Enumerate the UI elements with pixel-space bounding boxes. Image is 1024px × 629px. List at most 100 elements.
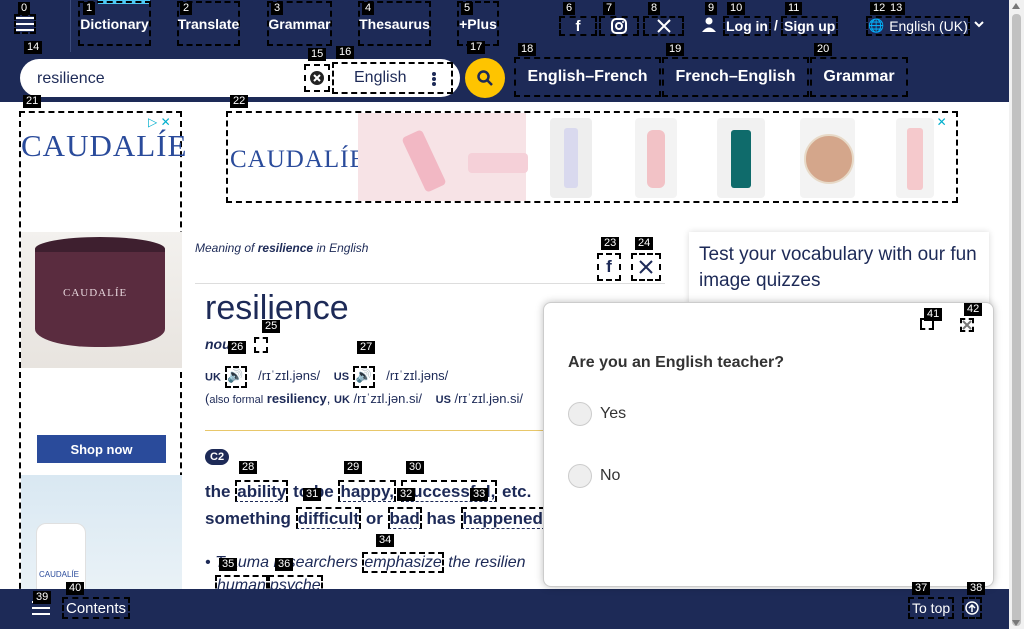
menu-icon xyxy=(16,17,34,31)
menu-button[interactable] xyxy=(14,14,36,34)
marker: 37 xyxy=(912,582,931,595)
marker: 31 xyxy=(303,488,322,501)
marker: 3 xyxy=(271,2,284,15)
word-list-button[interactable] xyxy=(254,337,268,353)
marker: 7 xyxy=(603,2,616,15)
left-ad-jar-label: CAUDALÍE xyxy=(63,287,128,299)
alt-us-label: US xyxy=(435,394,451,406)
left-advertisement[interactable]: ▷ ✕ CAUDALÍE CAUDALÍE Shop now CAUDALÍE xyxy=(19,111,186,629)
search-icon xyxy=(477,70,493,86)
more-vertical-icon xyxy=(432,72,436,86)
share-facebook-button[interactable]: f xyxy=(597,253,621,281)
option-no-label[interactable]: No xyxy=(600,467,620,485)
marker: 5 xyxy=(461,2,474,15)
tab-grammar[interactable]: Grammar xyxy=(810,57,908,97)
user-icon xyxy=(702,17,716,32)
shop-now-button[interactable]: Shop now xyxy=(37,435,166,463)
speaker-icon: 🔊 xyxy=(355,368,372,383)
radio-no[interactable] xyxy=(568,464,592,488)
to-top-button[interactable]: To top xyxy=(908,597,955,619)
product-green-tube xyxy=(717,118,765,198)
clear-search-button[interactable] xyxy=(304,64,330,92)
quiz-title[interactable]: Test your vocabulary with our fun image … xyxy=(699,242,979,294)
entry-divider xyxy=(195,283,665,284)
uk-audio-button[interactable]: 🔊 xyxy=(224,366,247,388)
left-ad-brand: CAUDALÍE xyxy=(21,128,188,163)
word-link-bad[interactable]: bad xyxy=(387,507,422,529)
nav-divider xyxy=(70,0,71,52)
word-link-happened[interactable]: happened xyxy=(460,507,545,529)
marker: 32 xyxy=(397,488,416,501)
login-link[interactable]: Log in xyxy=(723,16,771,36)
word-link-happy[interactable]: happy, xyxy=(338,480,396,502)
marker: 26 xyxy=(228,341,247,354)
marker: 39 xyxy=(33,591,52,604)
popup-close-button[interactable] xyxy=(960,318,974,332)
product-compact xyxy=(800,118,855,198)
radio-yes[interactable] xyxy=(568,402,592,426)
def-text: the xyxy=(205,482,231,501)
search-button[interactable] xyxy=(465,58,505,98)
speaker-icon: 🔊 xyxy=(227,368,244,383)
marker: 41 xyxy=(924,308,943,321)
word-link-emphasize[interactable]: emphasize xyxy=(362,552,444,573)
scroll-up-arrow-icon[interactable] xyxy=(1012,3,1020,9)
marker: 19 xyxy=(666,43,685,56)
instagram-icon xyxy=(611,18,627,34)
instagram-link[interactable] xyxy=(599,16,639,36)
dictionary-selector-label: English xyxy=(354,69,407,86)
marker: 40 xyxy=(66,582,85,595)
marker: 13 xyxy=(887,2,906,15)
marker: 6 xyxy=(563,2,576,15)
login-separator: / xyxy=(774,17,778,33)
marker: 33 xyxy=(470,488,489,501)
language-label: English (UK) xyxy=(889,18,968,34)
clear-icon xyxy=(310,71,324,85)
x-link[interactable] xyxy=(643,16,684,36)
scroll-down-arrow-icon[interactable] xyxy=(1012,620,1020,626)
word-link-ability[interactable]: ability xyxy=(235,480,289,502)
marker: 25 xyxy=(262,320,281,333)
us-audio-button[interactable]: 🔊 xyxy=(352,366,375,388)
share-x-button[interactable] xyxy=(631,253,661,281)
search-input[interactable] xyxy=(35,66,299,92)
page-scrollbar[interactable] xyxy=(1009,0,1024,629)
x-twitter-icon xyxy=(656,19,671,33)
product-cream-tube xyxy=(550,118,592,198)
product-pink-tube xyxy=(896,118,934,198)
marker: 10 xyxy=(727,2,746,15)
alt-uk-label: UK xyxy=(334,394,350,406)
us-label: US xyxy=(333,371,350,384)
example-bullet: • xyxy=(205,554,211,571)
tab-french-english[interactable]: French–English xyxy=(662,57,809,97)
dictionary-selector[interactable]: English xyxy=(332,62,453,94)
contents-button[interactable]: Contents xyxy=(62,597,131,619)
marker: 35 xyxy=(219,558,238,571)
language-selector[interactable]: 🌐 English (UK) xyxy=(866,16,970,36)
marker: 9 xyxy=(705,2,718,15)
word-link-difficult[interactable]: difficult xyxy=(295,507,362,529)
us-ipa: /rɪˈzɪl.jəns/ xyxy=(386,368,449,384)
marker: 21 xyxy=(23,95,42,108)
option-yes-label[interactable]: Yes xyxy=(600,405,626,423)
popup-question: Are you an English teacher? xyxy=(568,354,785,371)
teacher-survey-popup: Are you an English teacher? Yes No xyxy=(543,302,994,587)
x-twitter-icon xyxy=(639,260,653,274)
def-text: etc. xyxy=(502,482,532,501)
alt-uk-ipa: /rɪˈzɪl.jən.si/ xyxy=(353,391,423,406)
alternative-word: resiliency xyxy=(266,391,327,406)
top-advertisement[interactable]: ▷ ✕ CAUDALÍE xyxy=(226,111,958,203)
scrollbar-thumb[interactable] xyxy=(1012,14,1021,626)
alt-us-ipa: /rɪˈzɪl.jən.si/ xyxy=(454,391,524,406)
ad-choices-icon[interactable]: ▷ ✕ xyxy=(148,115,171,129)
to-top-icon-button[interactable] xyxy=(962,597,982,619)
facebook-link[interactable]: f xyxy=(559,16,597,36)
marker: 36 xyxy=(275,558,294,571)
tab-english-french[interactable]: English–French xyxy=(514,57,661,97)
signup-link[interactable]: Sign up xyxy=(781,16,839,36)
marker: 1 xyxy=(83,2,96,15)
product-serum-bottle xyxy=(635,118,677,198)
marker: 17 xyxy=(467,41,486,54)
marker: 23 xyxy=(601,237,620,250)
meaning-suffix: in English xyxy=(316,241,369,255)
